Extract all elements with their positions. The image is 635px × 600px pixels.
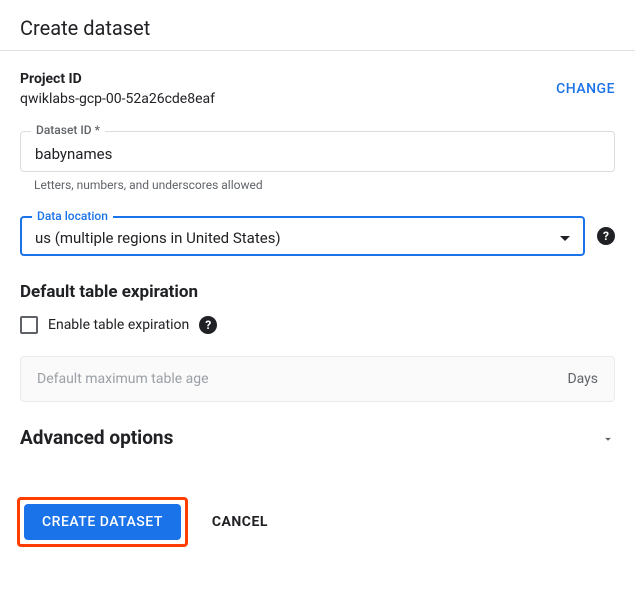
dialog-content: Project ID qwiklabs-gcp-00-52a26cde8eaf …	[0, 51, 635, 547]
change-project-button[interactable]: CHANGE	[556, 71, 615, 97]
data-location-select[interactable]: Data location us (multiple regions in Un…	[20, 216, 585, 256]
project-row: Project ID qwiklabs-gcp-00-52a26cde8eaf …	[20, 71, 615, 107]
data-location-value: us (multiple regions in United States)	[35, 229, 281, 247]
create-dataset-button[interactable]: CREATE DATASET	[24, 504, 181, 540]
advanced-options-toggle[interactable]: Advanced options	[20, 426, 615, 449]
dataset-id-field[interactable]: Dataset ID *	[20, 131, 615, 172]
enable-expiration-checkbox[interactable]	[20, 316, 38, 334]
dialog-header: Create dataset	[0, 0, 635, 51]
project-info: Project ID qwiklabs-gcp-00-52a26cde8eaf	[20, 71, 215, 107]
max-table-age-placeholder: Default maximum table age	[37, 371, 209, 387]
project-id-label: Project ID	[20, 71, 215, 87]
data-location-label: Data location	[32, 209, 113, 223]
chevron-down-icon	[560, 236, 570, 241]
dataset-id-helper: Letters, numbers, and underscores allowe…	[34, 178, 615, 192]
max-table-age-field: Default maximum table age Days	[20, 356, 615, 402]
data-location-row: Data location us (multiple regions in Un…	[20, 216, 615, 256]
project-id-value: qwiklabs-gcp-00-52a26cde8eaf	[20, 91, 215, 107]
cancel-button[interactable]: CANCEL	[212, 514, 268, 530]
advanced-options-label: Advanced options	[20, 426, 173, 449]
max-table-age-suffix: Days	[567, 371, 598, 387]
enable-expiration-label: Enable table expiration	[48, 317, 189, 333]
dataset-id-label: Dataset ID *	[31, 123, 105, 137]
help-icon[interactable]: ?	[597, 227, 615, 245]
chevron-down-icon	[601, 431, 615, 445]
expiration-checkbox-row: Enable table expiration ?	[20, 316, 615, 334]
expiration-section-label: Default table expiration	[20, 282, 615, 302]
help-icon[interactable]: ?	[199, 316, 217, 334]
dialog-title: Create dataset	[20, 16, 615, 40]
dataset-id-input[interactable]	[35, 145, 600, 163]
create-button-highlight: CREATE DATASET	[17, 497, 188, 547]
action-row: CREATE DATASET CANCEL	[17, 497, 615, 547]
